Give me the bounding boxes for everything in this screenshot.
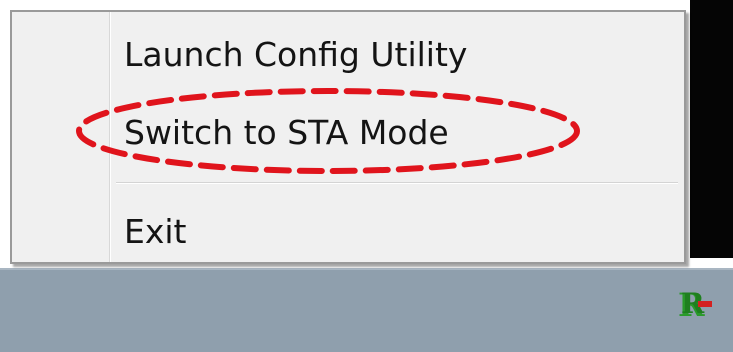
background-window xyxy=(690,0,733,258)
menu-item-launch-config-utility[interactable]: Launch Config Utility xyxy=(124,38,467,71)
menu-item-switch-to-sta-mode[interactable]: Switch to STA Mode xyxy=(124,116,449,149)
menu-separator xyxy=(116,182,678,184)
menu-item-exit[interactable]: Exit xyxy=(124,215,187,248)
wireless-utility-tray-icon[interactable]: R R xyxy=(672,285,718,321)
taskbar xyxy=(0,268,733,352)
menu-icon-gutter xyxy=(12,12,109,262)
menu-gutter-divider xyxy=(109,12,111,262)
context-menu: Launch Config Utility Switch to STA Mode… xyxy=(10,10,686,264)
